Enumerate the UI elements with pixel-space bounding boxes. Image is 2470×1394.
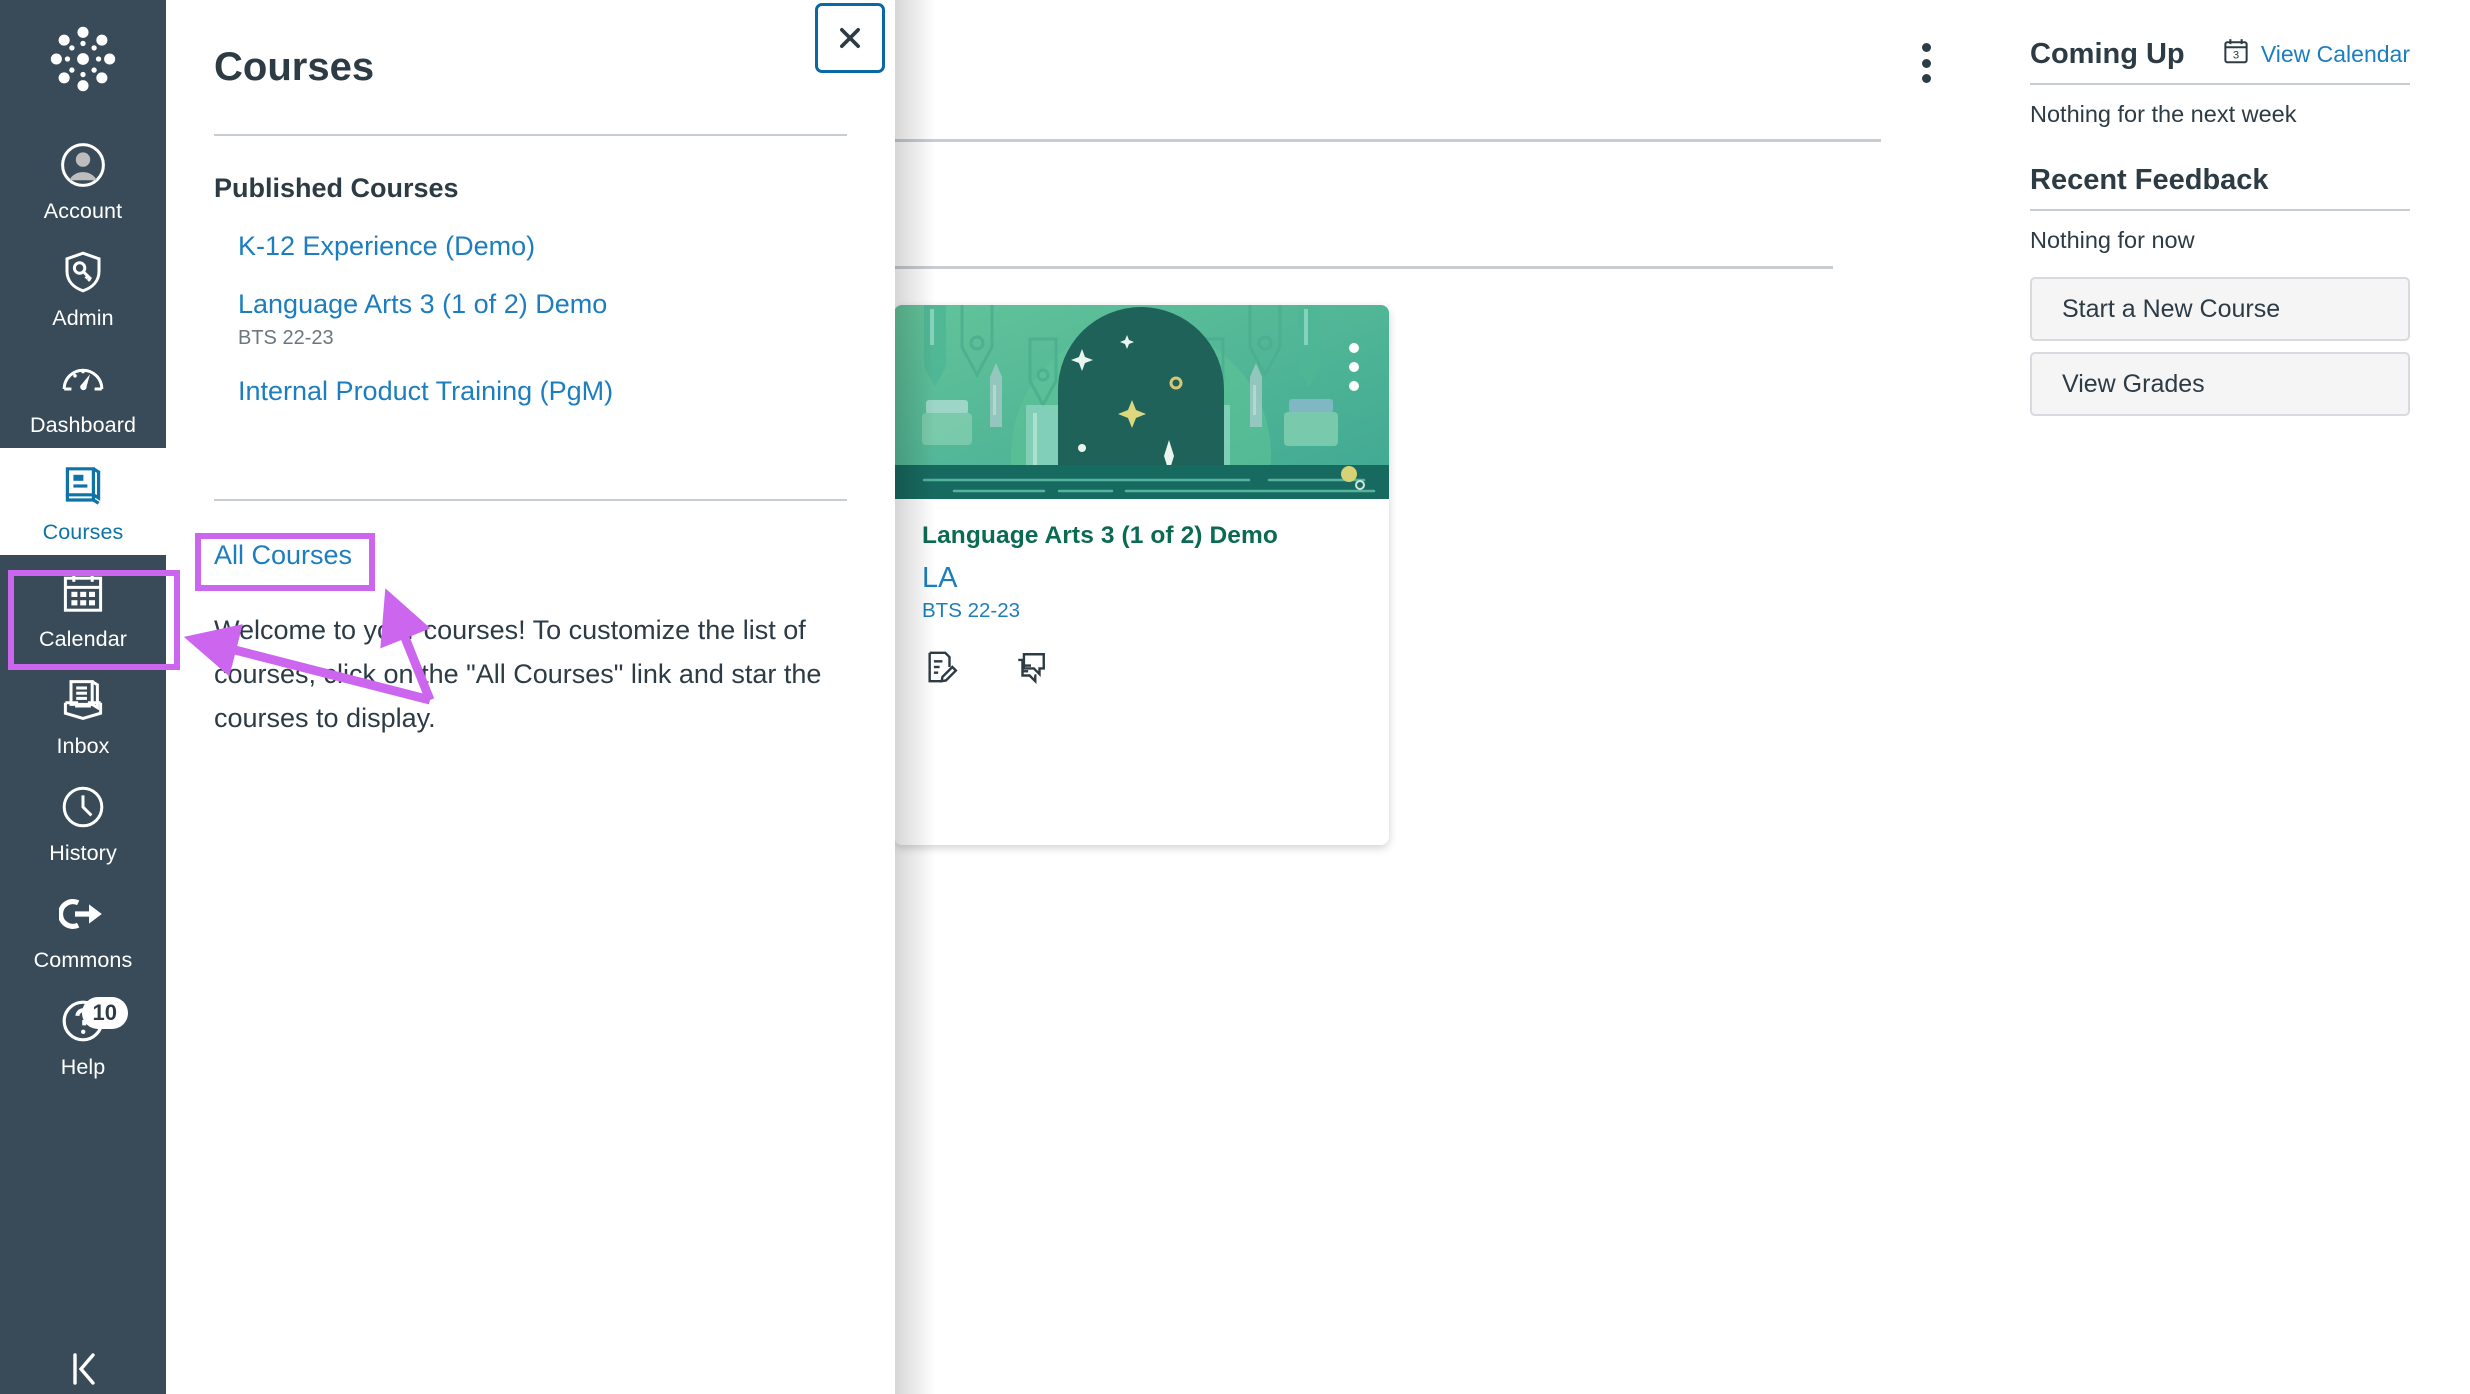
view-calendar-link[interactable]: View Calendar (2261, 40, 2410, 68)
dashboard-options-kebab[interactable] (1911, 40, 1941, 86)
help-badge-count: 10 (82, 997, 128, 1029)
course-card-body: Language Arts 3 (1 of 2) Demo LA BTS 22-… (894, 499, 1389, 684)
sidebar-item-inbox[interactable]: Inbox (0, 662, 166, 769)
sidebar-item-label: History (49, 840, 117, 866)
sidebar-item-help[interactable]: 10 Help (0, 983, 166, 1090)
tray-title: Courses (214, 43, 374, 91)
global-navigation: Account Admin (0, 0, 166, 1394)
course-card-hero-image (894, 305, 1389, 499)
sidebar-item-label: Help (61, 1054, 106, 1080)
course-link-k12-experience[interactable]: K-12 Experience (Demo) (238, 228, 535, 264)
book-icon (59, 462, 107, 510)
shield-key-icon (59, 248, 107, 296)
gauge-icon (59, 355, 107, 403)
canvas-logo[interactable] (46, 22, 120, 101)
course-link-internal-product-training[interactable]: Internal Product Training (PgM) (238, 373, 613, 409)
chevron-collapse-icon[interactable] (55, 1333, 111, 1390)
card-options-kebab[interactable] (1349, 343, 1359, 391)
inbox-tray-icon (59, 676, 107, 724)
user-avatar-icon (59, 141, 107, 189)
sidebar-item-label: Inbox (56, 733, 109, 759)
recent-feedback-title: Recent Feedback (2030, 163, 2410, 197)
list-item: Language Arts 3 (1 of 2) Demo BTS 22-23 (238, 286, 848, 351)
course-card-code[interactable]: LA (922, 560, 1361, 596)
course-link-language-arts-3[interactable]: Language Arts 3 (1 of 2) Demo (238, 286, 607, 322)
arrow-out-icon (59, 890, 107, 938)
published-courses-heading: Published Courses (214, 171, 459, 205)
view-grades-button[interactable]: View Grades (2030, 352, 2410, 416)
tray-help-text: Welcome to your courses! To customize th… (214, 608, 834, 740)
coming-up-empty-text: Nothing for the next week (2030, 85, 2410, 129)
tray-shadow (895, 0, 935, 1394)
discussions-icon[interactable] (1014, 650, 1048, 684)
sidebar-item-label: Dashboard (30, 412, 136, 438)
start-a-new-course-button[interactable]: Start a New Course (2030, 277, 2410, 341)
coming-up-header: Coming Up 3 View Calendar (2030, 36, 2410, 71)
course-card-title[interactable]: Language Arts 3 (1 of 2) Demo (922, 521, 1361, 551)
course-card[interactable]: Language Arts 3 (1 of 2) Demo LA BTS 22-… (894, 305, 1389, 845)
clock-icon (59, 783, 107, 831)
sidebar-item-courses[interactable]: Courses (0, 448, 166, 555)
svg-text:3: 3 (2233, 50, 2239, 62)
recent-feedback-empty-text: Nothing for now (2030, 211, 2410, 255)
list-item: K-12 Experience (Demo) (238, 228, 848, 264)
list-item: Internal Product Training (PgM) (238, 373, 848, 409)
published-courses-list: K-12 Experience (Demo) Language Arts 3 (… (238, 228, 848, 431)
course-card-actions (922, 650, 1361, 684)
all-courses-link[interactable]: All Courses (214, 538, 352, 572)
right-sidebar: Coming Up 3 View Calendar Nothing for th… (2008, 0, 2470, 1394)
tray-divider-bottom (214, 499, 847, 501)
sidebar-item-label: Courses (43, 519, 124, 545)
sidebar-item-commons[interactable]: Commons (0, 876, 166, 983)
courses-tray: Courses Published Courses K-12 Experienc… (166, 0, 895, 1394)
sidebar-item-label: Commons (34, 947, 133, 973)
sidebar-item-history[interactable]: History (0, 769, 166, 876)
sidebar-item-label: Admin (52, 305, 113, 331)
page-root: Language Arts 3 (1 of 2) Demo LA BTS 22-… (0, 0, 2470, 1394)
calendar-3-icon: 3 (2221, 36, 2251, 71)
sidebar-item-calendar[interactable]: Calendar (0, 555, 166, 662)
course-term: BTS 22-23 (238, 325, 848, 351)
calendar-icon (59, 569, 107, 617)
coming-up-title: Coming Up (2030, 37, 2185, 71)
sidebar-item-label: Calendar (39, 626, 127, 652)
sidebar-item-dashboard[interactable]: Dashboard (0, 341, 166, 448)
view-calendar-group[interactable]: 3 View Calendar (2221, 36, 2410, 71)
sidebar-item-account[interactable]: Account (0, 127, 166, 234)
course-card-term: BTS 22-23 (922, 598, 1361, 624)
close-tray-button[interactable] (815, 3, 885, 73)
tray-divider-top (214, 134, 847, 136)
sidebar-item-admin[interactable]: Admin (0, 234, 166, 341)
sidebar-item-label: Account (44, 198, 122, 224)
